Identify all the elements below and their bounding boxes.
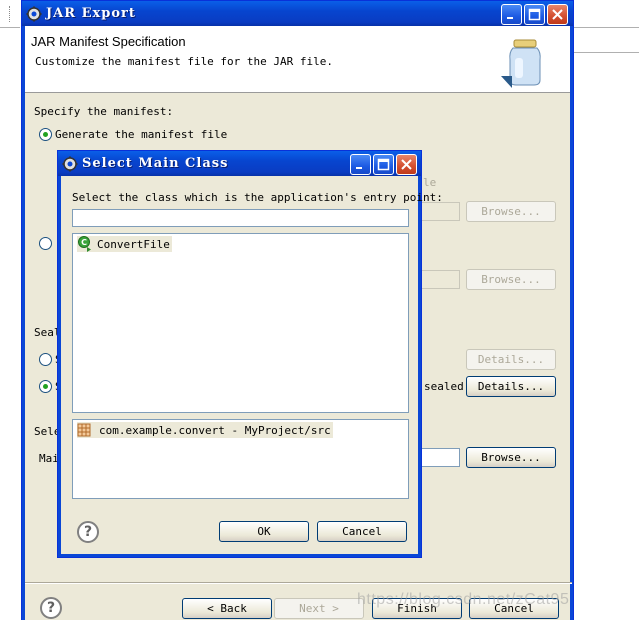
footer-separator xyxy=(25,582,572,584)
watermark-text: https://blog.csdn.net/zCat95 xyxy=(357,591,570,608)
maximize-button[interactable] xyxy=(524,4,545,25)
toolbar-grip xyxy=(9,6,11,22)
background-divider xyxy=(574,27,639,28)
maximize-icon xyxy=(377,158,390,171)
eclipse-gear-icon xyxy=(62,156,78,172)
seal-jar-radio[interactable] xyxy=(39,353,52,366)
svg-text:C: C xyxy=(81,238,87,247)
save-manifest-label-fragment: le xyxy=(423,176,437,189)
details-packages-button[interactable]: Details... xyxy=(466,376,556,397)
back-button[interactable]: < Back xyxy=(182,598,272,619)
dialog-content: Select the class which is the applicatio… xyxy=(61,176,443,554)
existing-manifest-field xyxy=(420,270,460,289)
save-manifest-field xyxy=(420,202,460,221)
class-list[interactable]: C ConvertFile xyxy=(72,233,409,413)
browse-main-class-button[interactable]: Browse... xyxy=(466,447,556,468)
window-title: JAR Export xyxy=(46,6,136,21)
select-main-class-dialog: Select Main Class Select the class which… xyxy=(57,150,443,558)
next-button[interactable]: Next > xyxy=(274,598,364,619)
main-class-field[interactable] xyxy=(420,448,460,467)
dialog-close-button[interactable] xyxy=(396,154,417,175)
package-list[interactable]: com.example.convert - MyProject/src xyxy=(72,419,409,499)
close-icon xyxy=(552,9,563,20)
maximize-icon xyxy=(528,8,541,21)
minimize-icon xyxy=(356,167,362,169)
generate-manifest-radio[interactable] xyxy=(39,128,52,141)
page-title: JAR Manifest Specification xyxy=(31,34,186,49)
main-class-label: Mai xyxy=(39,452,59,465)
dialog-titlebar[interactable]: Select Main Class xyxy=(58,151,421,176)
entry-point-prompt: Select the class which is the applicatio… xyxy=(72,191,443,204)
main-class-icon: C xyxy=(78,236,91,252)
details-seal-button[interactable]: Details... xyxy=(466,349,556,370)
list-item[interactable]: com.example.convert - MyProject/src xyxy=(77,422,333,438)
ok-button[interactable]: OK xyxy=(219,521,309,542)
package-path: com.example.convert - MyProject/src xyxy=(99,423,331,437)
class-filter-input[interactable] xyxy=(72,209,409,227)
minimize-button[interactable] xyxy=(501,4,522,25)
package-icon xyxy=(77,423,91,437)
page-description: Customize the manifest file for the JAR … xyxy=(35,55,334,68)
dialog-help-icon[interactable]: ? xyxy=(77,521,99,543)
seal-packages-radio[interactable] xyxy=(39,380,52,393)
help-icon[interactable]: ? xyxy=(40,597,62,619)
minimize-icon xyxy=(507,17,513,19)
dialog-cancel-button[interactable]: Cancel xyxy=(317,521,407,542)
eclipse-gear-icon xyxy=(26,6,42,22)
dialog-maximize-button[interactable] xyxy=(373,154,394,175)
background-divider xyxy=(574,52,639,53)
list-item[interactable]: C ConvertFile xyxy=(77,236,172,252)
sealed-label-fragment: sealed xyxy=(424,380,464,393)
specify-manifest-label: Specify the manifest: xyxy=(34,105,174,118)
class-name: ConvertFile xyxy=(97,237,170,251)
jar-icon xyxy=(501,39,541,88)
background-divider xyxy=(0,27,20,28)
browse-save-button[interactable]: Browse... xyxy=(466,201,556,222)
close-button[interactable] xyxy=(547,4,568,25)
dialog-title: Select Main Class xyxy=(82,156,229,171)
close-icon xyxy=(401,159,412,170)
wizard-header: JAR Manifest Specification Customize the… xyxy=(25,26,570,93)
browse-existing-button[interactable]: Browse... xyxy=(466,269,556,290)
dialog-minimize-button[interactable] xyxy=(350,154,371,175)
use-existing-manifest-radio[interactable] xyxy=(39,237,52,250)
generate-manifest-label: Generate the manifest file xyxy=(55,128,228,141)
jar-export-titlebar[interactable]: JAR Export xyxy=(22,1,573,26)
